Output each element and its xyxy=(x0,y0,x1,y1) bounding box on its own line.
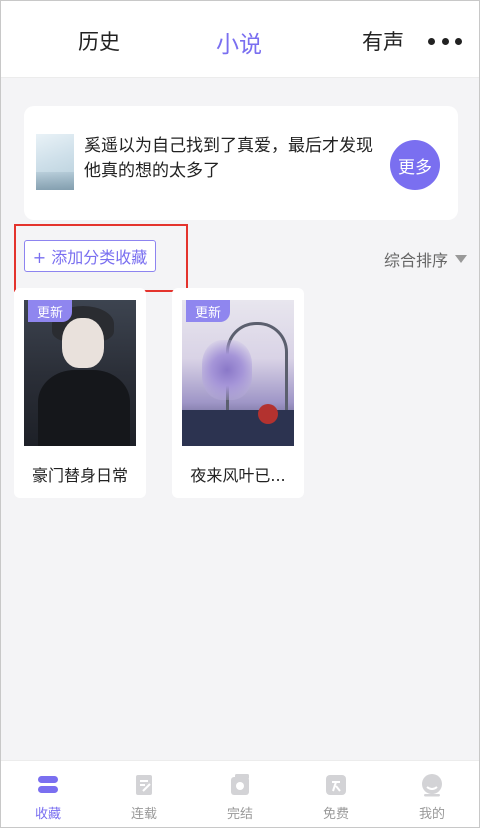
recommendation-text: 奚遥以为自己找到了真爱，最后才发现他真的想的太多了 xyxy=(84,136,373,181)
book-title: 夜来风叶已... xyxy=(190,466,286,485)
tab-label: 收藏 xyxy=(34,807,61,822)
recommendation-card[interactable]: 奚遥以为自己找到了真爱，最后才发现他真的想的太多了 更多 xyxy=(24,106,458,220)
more-button[interactable]: 更多 xyxy=(390,140,440,190)
completed-icon xyxy=(231,774,249,795)
tab-profile[interactable]: 我的 xyxy=(384,761,480,828)
serial-icon xyxy=(136,775,152,795)
tab-audio[interactable]: 有声 xyxy=(362,26,404,56)
add-category-button[interactable]: + 添加分类收藏 xyxy=(24,240,156,272)
triangle-down-icon xyxy=(455,255,468,263)
sort-dropdown[interactable]: 综合排序 xyxy=(384,247,468,271)
bookshelf-icon xyxy=(38,776,58,793)
tab-free[interactable]: 免费 xyxy=(288,761,384,828)
tab-completed[interactable]: 完结 xyxy=(192,761,288,828)
tab-serial[interactable]: 连载 xyxy=(96,761,192,828)
recommendation-cover-image xyxy=(36,134,74,190)
update-badge: 更新 xyxy=(186,300,230,322)
tab-history[interactable]: 历史 xyxy=(78,26,120,56)
update-badge: 更新 xyxy=(28,300,72,322)
tab-label: 连载 xyxy=(130,807,157,822)
sort-label: 综合排序 xyxy=(384,251,449,270)
more-dots-icon[interactable] xyxy=(428,36,462,46)
profile-icon xyxy=(422,774,442,797)
free-icon xyxy=(326,775,346,795)
tab-label: 免费 xyxy=(322,807,349,822)
tab-label: 我的 xyxy=(418,807,445,822)
tab-label: 完结 xyxy=(226,807,253,822)
tab-bookshelf[interactable]: 收藏 xyxy=(0,761,96,828)
book-title: 豪门替身日常 xyxy=(31,466,128,485)
bottom-tab-bar: 收藏 连载 完结 免费 我的 xyxy=(0,760,480,828)
book-card[interactable]: 更新 夜来风叶已... xyxy=(172,288,304,498)
tab-novel[interactable]: 小说 xyxy=(216,25,262,59)
top-nav: 历史 小说 有声 xyxy=(0,0,480,78)
book-card[interactable]: 更新 豪门替身日常 xyxy=(14,288,146,498)
